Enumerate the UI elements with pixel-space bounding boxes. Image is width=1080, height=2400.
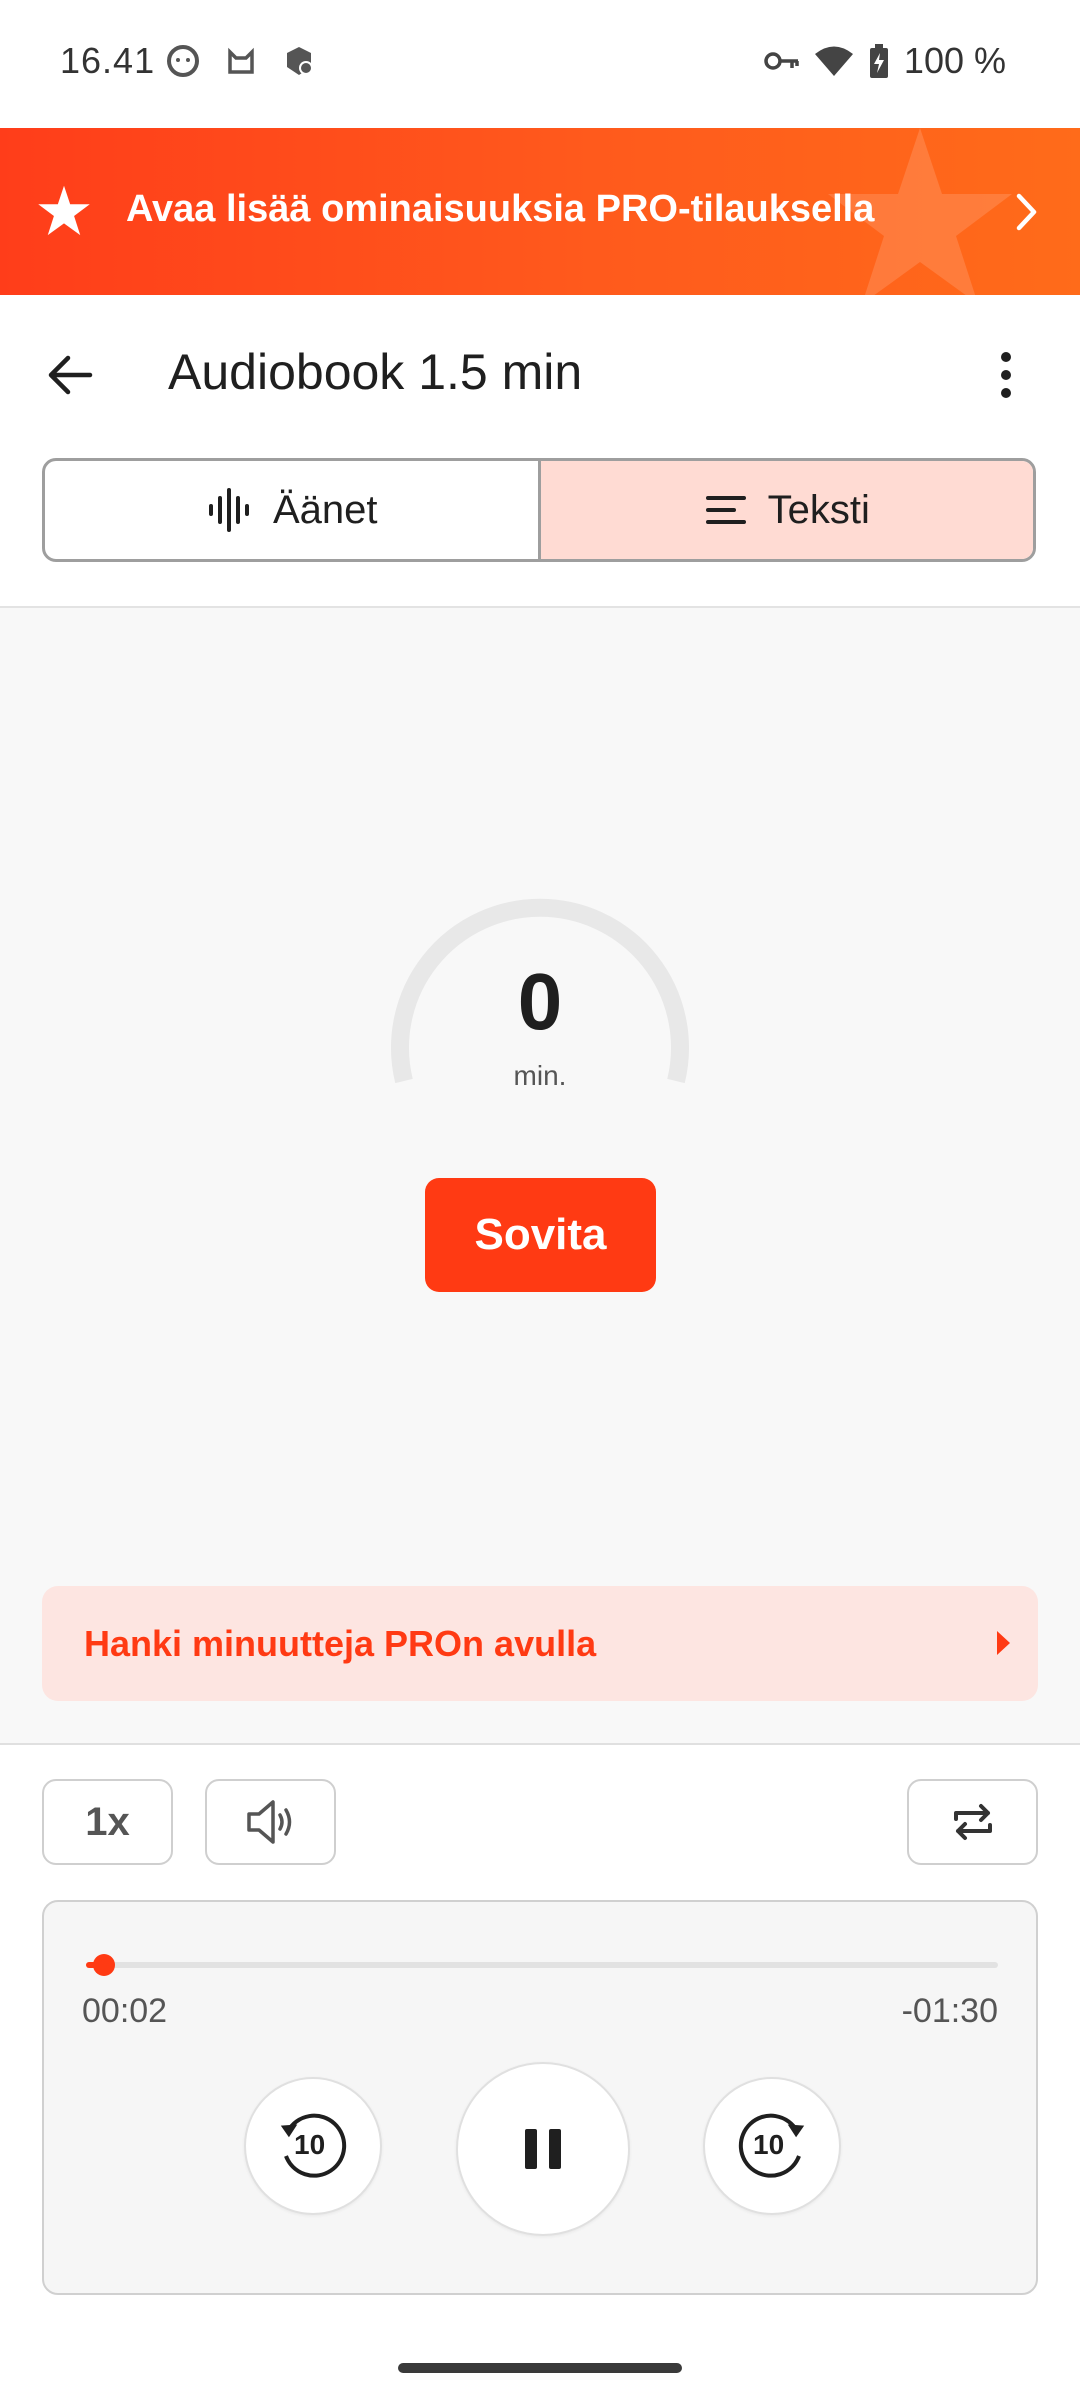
page-title: Audiobook 1.5 min [168,344,583,400]
minutes-value: 0 [517,957,563,1046]
star-icon [38,185,90,236]
tab-voices-label: Äänet [272,487,378,532]
vpn-key-icon [764,52,799,70]
tab-text[interactable]: Teksti [537,461,1033,559]
status-right: 100 % [764,40,1006,82]
wifi-icon [814,46,853,76]
back-arrow-icon[interactable] [44,349,96,401]
seek-thumb[interactable] [93,1954,116,1976]
playback-speed-button[interactable]: 1x [42,1779,173,1865]
pro-upgrade-banner[interactable]: Avaa lisää ominaisuuksia PRO-tilauksella [0,128,1080,295]
repeat-icon [953,1804,992,1840]
divider [0,1743,1080,1745]
cat-face-icon [167,45,199,77]
pause-icon [525,2129,561,2169]
skip-back-button[interactable]: 10 [244,2077,382,2215]
repeat-button[interactable] [907,1779,1038,1865]
chevron-right-icon [1016,193,1037,231]
view-tabs: Äänet Teksti [42,458,1036,562]
status-time: 16.41 [60,40,156,81]
tab-text-label: Teksti [767,487,870,532]
skip-back-seconds: 10 [294,2129,326,2160]
more-options-icon[interactable] [990,349,1022,401]
get-minutes-label: Hanki minuutteja PROn avulla [84,1622,597,1664]
tab-voices[interactable]: Äänet [45,461,538,559]
triangle-right-icon [997,1631,1010,1655]
pause-button[interactable] [456,2062,630,2236]
seek-bar[interactable] [86,1954,998,1976]
skip-forward-button[interactable]: 10 [703,2077,841,2215]
waveform-icon [208,488,249,532]
mi-icon [228,47,254,74]
battery-percent: 100 % [903,40,1006,81]
status-bar: 16.41 100 % [0,0,1080,128]
main-content: 0 min. Sovita Hanki minuutteja PROn avul… [0,608,1080,1743]
volume-button[interactable] [205,1779,336,1865]
app-header: Audiobook 1.5 min [0,295,1080,455]
elapsed-time: 00:02 [82,1992,168,2030]
remaining-time: -01:30 [901,1992,998,2030]
text-lines-icon [705,496,746,524]
minutes-unit: min. [513,1060,567,1091]
get-minutes-pro-row[interactable]: Hanki minuutteja PROn avulla [42,1586,1038,1701]
volume-icon [246,1800,291,1844]
skip-forward-seconds: 10 [753,2129,785,2160]
fit-button[interactable]: Sovita [425,1178,656,1292]
home-indicator [398,2363,682,2373]
app-badge-icon [287,47,313,75]
audio-player: 00:02 -01:30 10 10 [42,1900,1038,2295]
battery-charging-icon [869,44,888,78]
promo-text: Avaa lisää ominaisuuksia PRO-tilauksella [126,188,875,230]
